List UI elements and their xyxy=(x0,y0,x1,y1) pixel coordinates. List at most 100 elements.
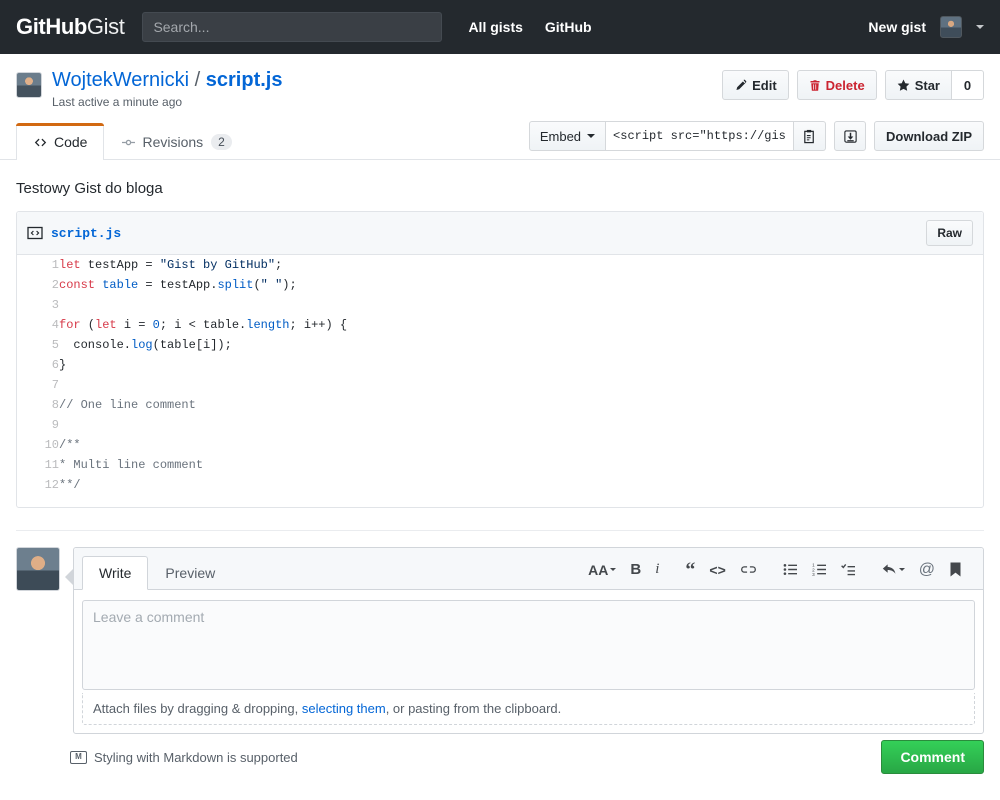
commenter-avatar[interactable] xyxy=(16,547,60,591)
edit-button-label: Edit xyxy=(752,77,777,93)
tab-code[interactable]: Code xyxy=(15,123,105,160)
file-section: script.js Raw 1 let testApp = "Gist by Gi… xyxy=(0,211,1000,508)
bookmark-glyph xyxy=(950,562,961,577)
gist-action-buttons: Edit Delete Star 0 xyxy=(722,68,984,100)
reply-glyph xyxy=(882,564,896,574)
code-file-icon xyxy=(27,226,43,240)
code-line-content xyxy=(59,295,983,315)
markdown-icon: M xyxy=(70,750,87,764)
code-line-content: console.log(table[i]); xyxy=(59,335,983,355)
revisions-count-badge: 2 xyxy=(211,134,232,150)
code-line-number: 7 xyxy=(17,375,59,395)
bulleted-list-icon[interactable] xyxy=(783,563,798,576)
submit-comment-button[interactable]: Comment xyxy=(881,740,984,774)
copy-embed-button[interactable] xyxy=(794,121,827,151)
code-line: 10/** xyxy=(17,435,983,455)
code-line-number: 10 xyxy=(17,435,59,455)
code-line-content xyxy=(59,415,983,435)
gist-logo[interactable]: GitHubGist xyxy=(16,14,125,40)
code-line-number: 1 xyxy=(17,255,59,275)
code-token: ( xyxy=(253,278,261,292)
top-navigation-bar: GitHubGist All gists GitHub New gist xyxy=(0,0,1000,54)
code-token: table xyxy=(102,278,139,292)
attach-files-hint: Attach files by dragging & dropping, sel… xyxy=(82,693,975,725)
code-token: ( xyxy=(80,318,96,332)
clipboard-icon xyxy=(804,129,814,143)
code-token: const xyxy=(59,278,96,292)
code-line-number: 3 xyxy=(17,295,59,315)
code-icon[interactable]: <> xyxy=(709,563,725,577)
markdown-hint-text: Styling with Markdown is supported xyxy=(94,749,298,765)
code-line-number: 4 xyxy=(17,315,59,335)
chevron-down-icon xyxy=(610,568,617,571)
search-input[interactable] xyxy=(142,12,443,42)
nav-link-github[interactable]: GitHub xyxy=(545,19,592,35)
user-avatar[interactable] xyxy=(940,16,962,38)
pencil-icon xyxy=(736,79,747,90)
reply-icon[interactable] xyxy=(882,563,905,576)
gist-owner-link[interactable]: WojtekWernicki xyxy=(52,69,189,91)
comment-body xyxy=(74,590,983,693)
comment-form: Write Preview AA B i “ <> 1 2 3 @ Leave … xyxy=(73,547,984,734)
delete-button-label: Delete xyxy=(825,77,865,93)
markdown-support-hint: M Styling with Markdown is supported xyxy=(70,750,298,765)
code-line: 9 xyxy=(17,415,983,435)
star-button-label: Star xyxy=(914,77,940,93)
toolbar-group-text: AA B i xyxy=(575,561,672,578)
comment-textarea[interactable] xyxy=(82,600,975,690)
comment-form-header: Write Preview AA B i “ <> 1 2 3 @ xyxy=(74,548,983,590)
page-title: WojtekWernicki / script.js xyxy=(52,68,282,93)
code-token: " " xyxy=(260,278,283,292)
text-size-glyph: AA xyxy=(588,561,609,578)
star-count: 0 xyxy=(952,70,984,100)
code-token: // One line comment xyxy=(59,398,196,412)
new-gist-button[interactable]: New gist xyxy=(868,19,926,35)
bulleted-list-glyph xyxy=(783,564,797,575)
comment-form-row: Write Preview AA B i “ <> 1 2 3 @ Leave … xyxy=(0,531,1000,734)
chevron-down-icon[interactable] xyxy=(976,25,984,29)
bold-icon[interactable]: B xyxy=(630,562,641,577)
code-token: ; i < table. xyxy=(159,318,247,332)
download-zip-button[interactable]: Download ZIP xyxy=(874,121,984,151)
task-list-icon[interactable] xyxy=(840,563,856,576)
code-line-content: let testApp = "Gist by GitHub"; xyxy=(59,255,983,275)
star-button[interactable]: Star xyxy=(884,70,952,100)
mention-icon[interactable]: @ xyxy=(919,561,935,578)
link-glyph xyxy=(740,566,756,573)
embed-type-select[interactable]: Embed xyxy=(528,121,607,151)
embed-url-input[interactable] xyxy=(606,121,795,151)
edit-button[interactable]: Edit xyxy=(722,70,789,100)
code-line-number: 6 xyxy=(17,355,59,375)
gist-owner-avatar[interactable] xyxy=(16,72,42,98)
tab-revisions[interactable]: Revisions 2 xyxy=(104,123,248,160)
file-name-link[interactable]: script.js xyxy=(51,226,121,241)
quote-icon[interactable]: “ xyxy=(685,560,695,580)
saved-replies-icon[interactable] xyxy=(949,562,962,577)
select-files-link[interactable]: selecting them xyxy=(302,701,386,716)
code-token: log xyxy=(131,338,153,352)
gist-tab-bar: Code Revisions 2 Embed <script src="http… xyxy=(0,121,1000,160)
logo-gist-text: Gist xyxy=(86,14,125,39)
file-box: script.js Raw 1 let testApp = "Gist by Gi… xyxy=(16,211,984,508)
tab-write[interactable]: Write xyxy=(82,556,149,590)
raw-button[interactable]: Raw xyxy=(926,220,973,246)
nav-link-all-gists[interactable]: All gists xyxy=(468,19,522,35)
code-token: console. xyxy=(59,338,132,352)
code-token: * Multi line comment xyxy=(59,458,204,472)
code-line-number: 8 xyxy=(17,395,59,415)
italic-icon[interactable]: i xyxy=(655,562,659,577)
text-size-icon[interactable]: AA xyxy=(588,561,617,578)
code-table: 1 let testApp = "Gist by GitHub"; 2 const t… xyxy=(17,255,983,495)
download-button[interactable] xyxy=(834,121,867,151)
code-line-content: * Multi line comment xyxy=(59,455,983,475)
tab-preview[interactable]: Preview xyxy=(148,556,232,590)
code-token: i = xyxy=(116,318,153,332)
delete-button[interactable]: Delete xyxy=(796,70,877,100)
gist-filename-link[interactable]: script.js xyxy=(206,69,283,91)
code-token: /** xyxy=(59,438,81,452)
link-icon[interactable] xyxy=(740,563,757,576)
code-token: split xyxy=(217,278,254,292)
tab-revisions-label: Revisions xyxy=(142,134,204,150)
numbered-list-icon[interactable]: 1 2 3 xyxy=(812,563,827,576)
gist-description: Testowy Gist do bloga xyxy=(16,180,163,197)
